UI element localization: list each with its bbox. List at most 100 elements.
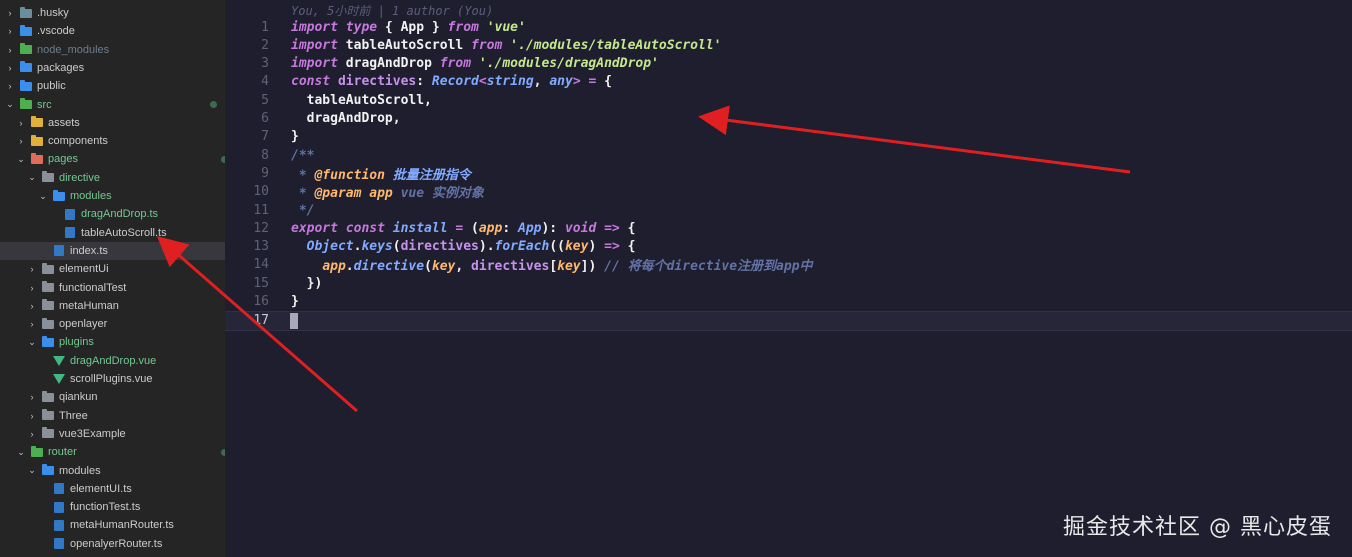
chevron-down-icon[interactable]: ⌄ (27, 337, 37, 347)
code-token: keys (361, 239, 393, 255)
tree-item[interactable]: › Three (0, 407, 225, 425)
chevron-right-icon[interactable]: › (27, 411, 37, 421)
code-line[interactable]: 9 * @function 批量注册指令 (225, 164, 1352, 183)
tree-item[interactable]: › .vscode (0, 22, 225, 40)
tree-item-label: node_modules (37, 43, 110, 56)
tree-item-label: public (37, 80, 66, 93)
tree-item[interactable]: metaHumanRouter.ts (0, 516, 225, 534)
vue-file-icon (52, 374, 65, 385)
code-line[interactable]: 2 import tableAutoScroll from './modules/… (225, 36, 1352, 54)
chevron-right-icon[interactable]: › (27, 392, 37, 402)
chevron-down-icon[interactable]: ⌄ (16, 447, 26, 457)
tree-item-label: elementUI.ts (70, 482, 132, 495)
code-token: 批量注册指令 (392, 167, 471, 183)
code-line[interactable]: 1 import type { App } from 'vue' (225, 18, 1352, 36)
tree-item[interactable]: › openlayer (0, 315, 225, 333)
tree-item[interactable]: ⌄ src (0, 96, 225, 114)
chevron-down-icon[interactable]: ⌄ (27, 172, 37, 183)
code-token: from (471, 37, 511, 53)
chevron-right-icon[interactable]: › (27, 264, 37, 274)
code-line[interactable]: 15 }) (225, 274, 1352, 292)
chevron-right-icon[interactable]: › (16, 136, 26, 146)
chevron-right-icon[interactable]: › (27, 283, 37, 293)
code-token: dragAndDrop, (291, 111, 401, 126)
tree-item[interactable]: ⌄ modules (0, 462, 225, 480)
tree-item[interactable]: › metaHuman (0, 297, 225, 315)
tree-item[interactable]: openalyerRouter.ts (0, 535, 225, 553)
line-number: 10 (253, 184, 269, 200)
tree-item[interactable]: index.ts (0, 241, 225, 260)
tree-item[interactable]: tableAutoScroll.ts (0, 224, 225, 242)
chevron-right-icon[interactable]: › (27, 301, 37, 311)
git-blame-annotation[interactable]: You, 5小时前 | 1 author (You) (291, 2, 493, 19)
chevron-down-icon[interactable]: ⌄ (27, 465, 37, 476)
chevron-right-icon[interactable]: › (27, 319, 37, 329)
code-token: { (627, 239, 636, 255)
chevron-right-icon[interactable]: › (5, 8, 15, 18)
chevron-right-icon[interactable]: › (5, 26, 15, 36)
tree-item-label: metaHuman (59, 299, 119, 312)
code-editor[interactable]: You, 5小时前 | 1 author (You) 1 import type … (225, 0, 1352, 557)
chevron-right-icon[interactable]: › (16, 118, 26, 128)
tree-item[interactable]: › packages (0, 59, 225, 77)
code-line[interactable]: 6 dragAndDrop, (225, 110, 1352, 128)
chevron-right-icon[interactable]: › (27, 429, 37, 439)
tree-item[interactable]: › functionalTest (0, 279, 225, 297)
code-line[interactable]: 12 export const install = (app: App): voi… (225, 219, 1352, 237)
code-token: // 将每个directive注册到app中 (604, 259, 813, 275)
code-token: ): (541, 220, 565, 236)
chevron-right-icon[interactable]: › (5, 81, 15, 91)
tree-item[interactable]: scrollPlugins.vue (0, 370, 225, 388)
code-line[interactable]: 10 * @param app vue 实例对象 (225, 183, 1352, 201)
chevron-down-icon[interactable]: ⌄ (5, 99, 15, 110)
tree-item[interactable]: elementUI.ts (0, 480, 225, 498)
code-text: * @param app vue 实例对象 (291, 182, 484, 201)
folder-icon (41, 262, 54, 275)
tree-item-label: scrollPlugins.vue (70, 373, 153, 385)
folder-gear-icon (19, 6, 32, 19)
tree-item[interactable]: dragAndDrop.tsM (0, 205, 225, 223)
tree-item-label: plugins (59, 336, 94, 349)
chevron-down-icon[interactable]: ⌄ (38, 191, 48, 201)
code-line[interactable]: 11 */ (225, 201, 1352, 219)
chevron-right-icon[interactable]: › (5, 45, 15, 55)
tree-item[interactable]: ⌄ plugins (0, 333, 225, 351)
code-line[interactable]: 16} (225, 293, 1352, 311)
code-token: * (291, 186, 315, 202)
tree-item[interactable]: ⌄ pages (0, 150, 225, 168)
tree-item[interactable]: › node_modules (0, 41, 225, 59)
tree-item[interactable]: functionTest.ts (0, 498, 225, 516)
tree-item[interactable]: › components (0, 132, 225, 150)
code-line[interactable]: 5 tableAutoScroll, (225, 91, 1352, 109)
code-token: any (549, 74, 573, 90)
tree-item[interactable]: dragAndDrop.vueM (0, 352, 225, 370)
code-line[interactable]: 8 /** (225, 146, 1352, 164)
code-token: => (604, 220, 628, 236)
tree-item[interactable]: › elementUi (0, 260, 225, 278)
code-token: const (291, 74, 338, 90)
tree-item[interactable]: › qiankun (0, 388, 225, 406)
chevron-down-icon[interactable]: ⌄ (16, 154, 26, 164)
code-line[interactable]: 7} (225, 128, 1352, 146)
line-number: 17 (253, 313, 269, 329)
tree-item[interactable]: › assets (0, 114, 225, 132)
tree-item[interactable]: ⌄ router (0, 443, 225, 461)
code-token: dragAndDrop (345, 56, 440, 72)
code-line[interactable]: 14 app.directive(key, directives[key]) /… (225, 256, 1352, 274)
tree-item-label: pages (48, 153, 78, 166)
folder-icon (41, 281, 54, 293)
tree-item[interactable]: ⌄ modules (0, 187, 225, 205)
tree-item[interactable]: › vue3Example (0, 425, 225, 443)
code-line[interactable]: 3 import dragAndDrop from './modules/drag… (225, 55, 1352, 73)
tree-item[interactable]: › public (0, 77, 225, 95)
code-line[interactable]: 13 Object.keys(directives).forEach((key)… (225, 238, 1352, 256)
code-token: import (291, 56, 346, 72)
tree-item[interactable]: ⌄ directive (0, 169, 225, 187)
folder-icon (41, 299, 54, 311)
code-line[interactable]: 4 const directives: Record<string, any> =… (225, 73, 1352, 91)
chevron-right-icon[interactable]: › (5, 63, 15, 73)
code-line[interactable]: 17 (225, 310, 1352, 331)
tree-item[interactable]: › .husky (0, 4, 225, 22)
